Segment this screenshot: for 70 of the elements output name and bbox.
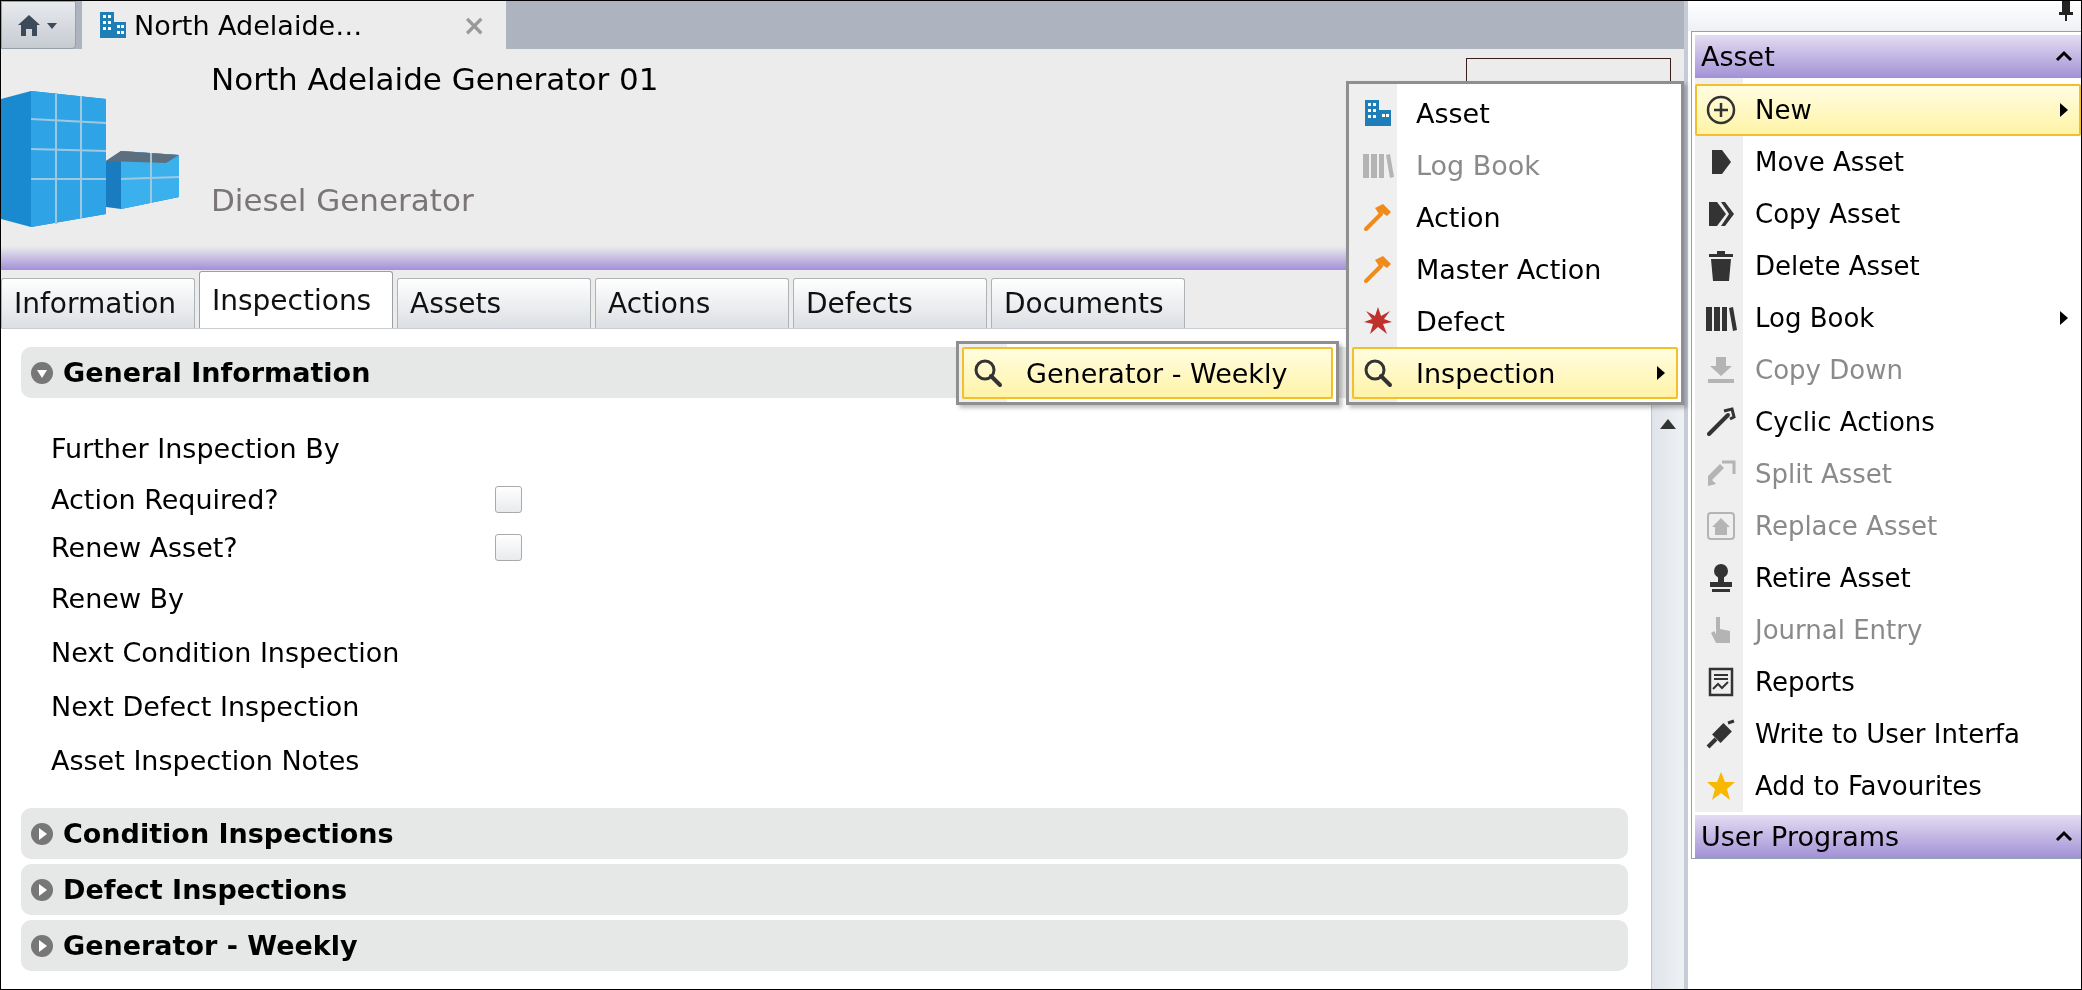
panel-header[interactable]: User Programs <box>1695 815 2081 858</box>
field-label: Asset Inspection Notes <box>51 744 361 776</box>
tab[interactable]: Information <box>1 278 195 328</box>
search-icon <box>973 358 1003 388</box>
pin-icon[interactable] <box>2059 1 2073 21</box>
sidebar-item[interactable]: Copy Asset <box>1695 188 2081 240</box>
menu-item[interactable]: Master Action <box>1352 243 1678 295</box>
building-icon <box>98 10 128 40</box>
burst-icon <box>1363 306 1393 336</box>
section-header[interactable]: Condition Inspections <box>21 808 1628 859</box>
menu-item[interactable]: Action <box>1352 191 1678 243</box>
plus-icon <box>1706 95 1736 125</box>
section-header[interactable]: Defect Inspections <box>21 864 1628 915</box>
field-label: Action Required? <box>51 483 280 515</box>
sidebar-item[interactable]: Log Book <box>1695 292 2081 344</box>
expander-icon <box>31 878 53 901</box>
export-icon <box>1706 460 1736 488</box>
books-icon <box>1362 151 1394 179</box>
house-icon <box>1707 512 1735 540</box>
sidebar-item[interactable]: New <box>1695 84 2081 136</box>
sidebar-item[interactable]: Delete Asset <box>1695 240 2081 292</box>
checkbox[interactable] <box>495 485 522 513</box>
tab[interactable]: Documents <box>991 278 1185 328</box>
plug-icon <box>1706 719 1736 749</box>
double-arrow-icon <box>1707 200 1735 228</box>
arrow-icon <box>1710 148 1732 176</box>
panel-header[interactable]: Asset <box>1695 35 2081 78</box>
sidebar-item[interactable]: Move Asset <box>1695 136 2081 188</box>
tab[interactable]: Actions <box>595 278 789 328</box>
scroll-up-icon[interactable] <box>1660 419 1676 429</box>
tab[interactable]: Inspections <box>199 271 393 328</box>
panel-title: User Programs <box>1701 820 1900 852</box>
asset-type: Diesel Generator <box>211 182 475 218</box>
tab[interactable]: Defects <box>793 278 987 328</box>
home-button[interactable] <box>1 1 76 49</box>
menu-item[interactable]: Inspection <box>1352 347 1678 399</box>
expander-icon <box>31 822 53 845</box>
trash-icon <box>1708 251 1734 281</box>
field-label: Renew By <box>51 582 186 614</box>
sidebar-item[interactable]: Reports <box>1695 656 2081 708</box>
stamp-icon <box>1708 563 1734 593</box>
tab[interactable]: Assets <box>397 278 591 328</box>
wrench-icon <box>1706 407 1736 437</box>
asset-title: North Adelaide Generator 01 <box>211 61 659 97</box>
field-label: Next Defect Inspection <box>51 690 361 722</box>
tab-title: North Adelaide… <box>134 9 364 41</box>
search-icon <box>1363 358 1393 388</box>
checkbox[interactable] <box>495 533 522 561</box>
star-icon <box>1706 771 1736 801</box>
panel-title: Asset <box>1701 40 1775 72</box>
expander-icon <box>31 934 53 957</box>
expander-icon <box>31 361 53 384</box>
field-label: Next Condition Inspection <box>51 636 401 668</box>
document-tab[interactable]: North Adelaide… × <box>82 1 506 49</box>
menu-item[interactable]: Defect <box>1352 295 1678 347</box>
report-icon <box>1708 667 1734 697</box>
books-icon <box>1705 304 1737 332</box>
menu-item[interactable]: Generator - Weekly <box>962 347 1333 399</box>
section-header[interactable]: Generator - Weekly <box>21 920 1628 971</box>
sidebar-item[interactable]: Retire Asset <box>1695 552 2081 604</box>
download-icon <box>1706 356 1736 384</box>
sidebar-item[interactable]: Cyclic Actions <box>1695 396 2081 448</box>
building-icon <box>1363 98 1393 128</box>
hammer-icon <box>1363 254 1393 284</box>
hammer-icon <box>1363 202 1393 232</box>
field-label: Further Inspection By <box>51 432 341 464</box>
sidebar-item[interactable]: Write to User Interfa <box>1695 708 2081 760</box>
sidebar-item[interactable]: Add to Favourites <box>1695 760 2081 812</box>
menu-item[interactable]: Asset <box>1352 87 1678 139</box>
field-label: Renew Asset? <box>51 531 239 563</box>
